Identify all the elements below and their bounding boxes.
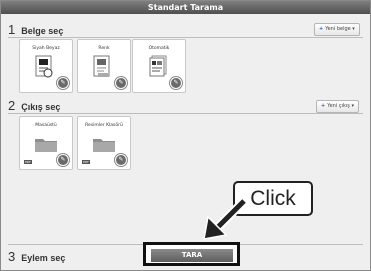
document-card-black-white[interactable]: Siyah Beyaz ✎ bbox=[19, 39, 73, 93]
arrow-icon bbox=[203, 197, 248, 240]
new-document-label: Yeni belge bbox=[325, 26, 351, 32]
new-output-label: Yeni çıkış bbox=[327, 103, 350, 109]
section-2-label: Çıkış seç bbox=[21, 102, 61, 112]
card-label: Otomatik bbox=[148, 46, 170, 51]
auto-document-icon bbox=[149, 55, 167, 77]
section-3-header: 3 Eylem seç bbox=[8, 249, 65, 264]
section-2-header: 2 Çıkış seç bbox=[8, 98, 60, 113]
section-1-label: Belge seç bbox=[21, 26, 64, 36]
new-output-button[interactable]: + Yeni çıkış ▾ bbox=[316, 100, 359, 113]
bw-document-icon bbox=[35, 55, 53, 78]
section-2-number: 2 bbox=[8, 98, 16, 113]
output-card-desktop[interactable]: Masaüstü PDF ✎ bbox=[19, 116, 73, 170]
scan-window: Standart Tarama 1 Belge seç + Yeni belge … bbox=[0, 0, 371, 271]
card-label: Renk bbox=[98, 46, 110, 51]
card-label: Resimler Klasörü bbox=[85, 123, 123, 128]
section-3-label: Eylem seç bbox=[21, 253, 66, 263]
card-label: Siyah Beyaz bbox=[32, 46, 60, 51]
section-1-header: 1 Belge seç bbox=[8, 22, 63, 37]
section-1-divider bbox=[8, 37, 363, 38]
new-document-button[interactable]: + Yeni belge ▾ bbox=[314, 23, 360, 36]
card-label: Masaüstü bbox=[35, 123, 57, 128]
window-title: Standart Tarama bbox=[1, 1, 370, 14]
document-card-color[interactable]: Renk ✎ bbox=[77, 39, 131, 93]
edit-icon[interactable]: ✎ bbox=[115, 154, 127, 166]
pdf-badge: PDF bbox=[82, 160, 90, 164]
edit-icon[interactable]: ✎ bbox=[57, 154, 69, 166]
output-card-pictures-folder[interactable]: Resimler Klasörü PDF ✎ bbox=[77, 116, 131, 170]
edit-icon[interactable]: ✎ bbox=[170, 77, 182, 89]
folder-icon bbox=[35, 139, 57, 152]
folder-icon bbox=[93, 139, 115, 152]
scan-button[interactable]: TARA bbox=[151, 249, 233, 262]
edit-icon[interactable]: ✎ bbox=[115, 77, 127, 89]
plus-icon: + bbox=[321, 103, 326, 109]
color-document-icon bbox=[93, 55, 110, 77]
section-1-number: 1 bbox=[8, 22, 16, 37]
scan-button-highlight: TARA bbox=[143, 242, 240, 266]
edit-icon[interactable]: ✎ bbox=[57, 77, 69, 89]
document-card-auto[interactable]: Otomatik ✎ bbox=[132, 39, 186, 93]
pdf-badge: PDF bbox=[24, 160, 32, 164]
section-3-number: 3 bbox=[8, 249, 16, 264]
section-2-divider bbox=[8, 113, 363, 114]
plus-icon: + bbox=[319, 26, 324, 32]
